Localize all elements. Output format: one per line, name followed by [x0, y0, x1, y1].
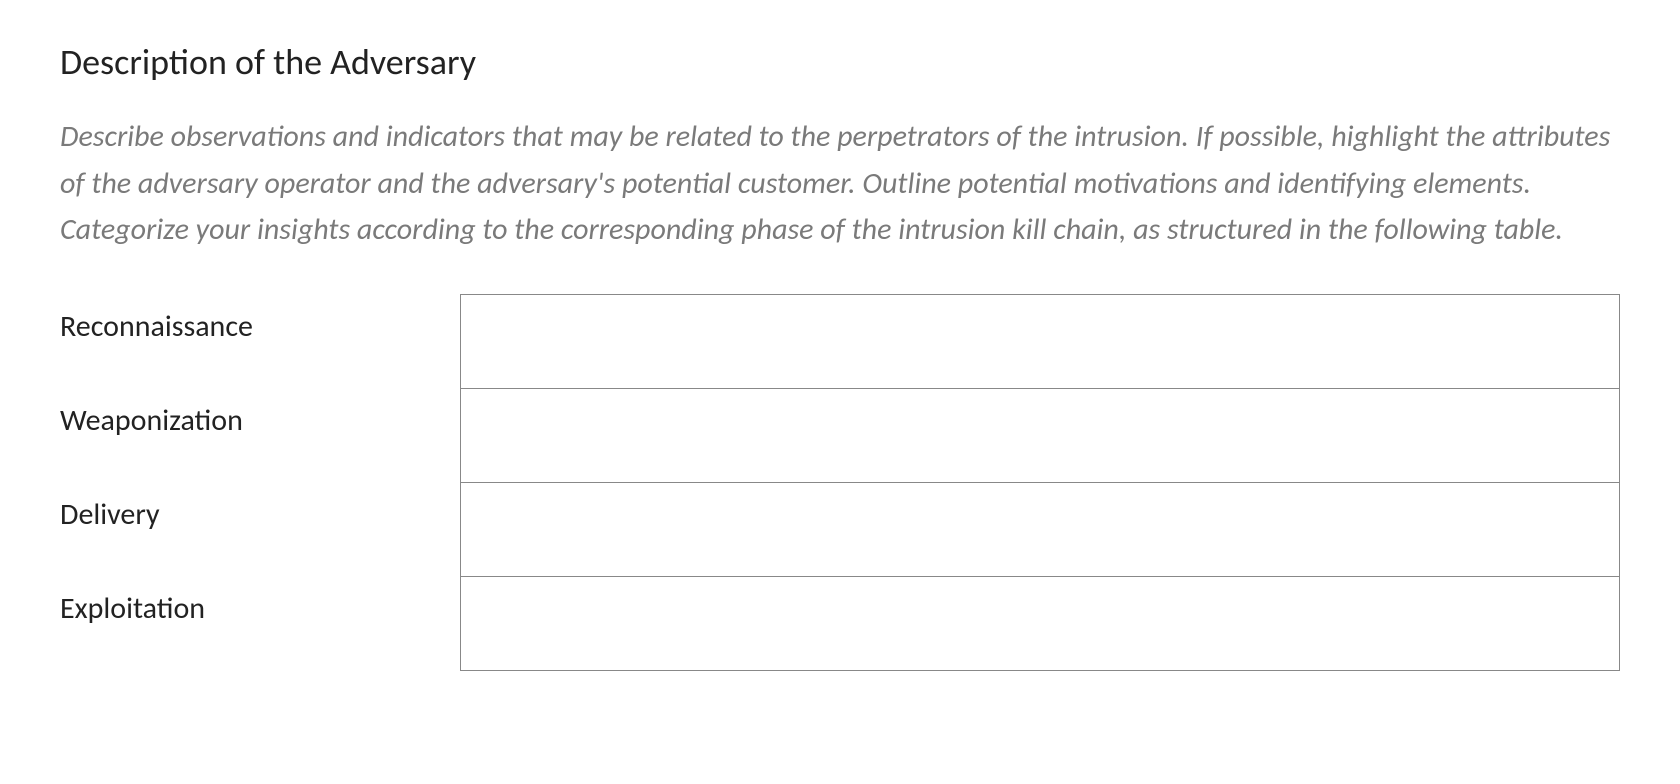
row-input-cell: [460, 388, 1620, 482]
section-title: Description of the Adversary: [60, 40, 1620, 84]
table-row: Delivery: [60, 482, 1620, 576]
row-label-reconnaissance: Reconnaissance: [60, 294, 460, 388]
row-input-cell: [460, 576, 1620, 670]
row-label-delivery: Delivery: [60, 482, 460, 576]
row-label-exploitation: Exploitation: [60, 576, 460, 670]
delivery-input[interactable]: [461, 483, 1620, 571]
table-row: Exploitation: [60, 576, 1620, 670]
kill-chain-table: Reconnaissance Weaponization Delivery Ex…: [60, 294, 1620, 671]
section-description: Describe observations and indicators tha…: [60, 114, 1620, 254]
row-input-cell: [460, 294, 1620, 388]
table-row: Reconnaissance: [60, 294, 1620, 388]
row-input-cell: [460, 482, 1620, 576]
reconnaissance-input[interactable]: [461, 295, 1620, 383]
weaponization-input[interactable]: [461, 389, 1620, 477]
exploitation-input[interactable]: [461, 577, 1620, 665]
row-label-weaponization: Weaponization: [60, 388, 460, 482]
table-row: Weaponization: [60, 388, 1620, 482]
